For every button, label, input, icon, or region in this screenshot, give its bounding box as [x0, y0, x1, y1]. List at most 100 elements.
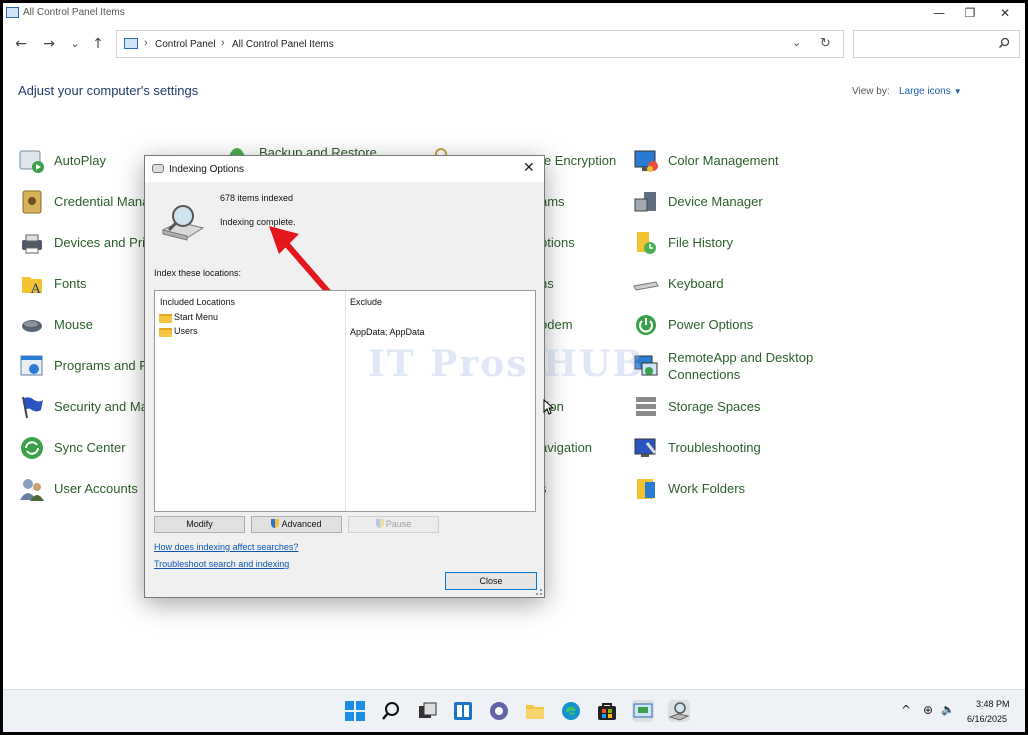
- power-icon: [636, 315, 656, 335]
- indexing-options-icon[interactable]: [668, 700, 690, 722]
- control-panel-icon[interactable]: [632, 700, 654, 722]
- indexing-options-icon: [152, 164, 164, 173]
- magnifier-drive-icon: [161, 205, 205, 241]
- search-icon[interactable]: [380, 700, 402, 722]
- network-icon[interactable]: ⊕: [923, 703, 933, 717]
- search-input[interactable]: [853, 30, 1020, 58]
- item-label-taskbar-and-navigation[interactable]: avigation: [540, 440, 592, 455]
- included-locations-header[interactable]: Included Locations: [160, 297, 235, 307]
- programs-icon: [20, 355, 43, 376]
- store-icon[interactable]: [596, 700, 618, 722]
- tray-chevron-icon[interactable]: ^: [901, 703, 911, 717]
- search-icon[interactable]: [998, 37, 1010, 52]
- item-label: Storage Spaces: [668, 399, 761, 414]
- item-label: Sync Center: [54, 440, 126, 455]
- navigation-bar: ← → ⌄ ↑ › Control Panel › All Control Pa…: [3, 27, 1025, 61]
- title-bar: All Control Panel Items — ❐ ✕: [3, 3, 1025, 23]
- item-label: Programs and F: [54, 358, 148, 373]
- fonts-icon: A: [22, 277, 42, 297]
- shield-icon: [375, 519, 384, 528]
- file-history-icon: [637, 232, 656, 254]
- item-label: Power Options: [668, 317, 754, 332]
- view-by-dropdown[interactable]: Large icons ▼: [899, 86, 962, 97]
- exclude-header[interactable]: Exclude: [350, 297, 382, 307]
- task-view-icon[interactable]: [416, 700, 438, 722]
- breadcrumb-all-items[interactable]: All Control Panel Items: [232, 39, 334, 50]
- window-title: All Control Panel Items: [23, 7, 125, 18]
- page-title: Adjust your computer's settings: [18, 83, 199, 98]
- items-indexed-count: 678 items indexed: [220, 193, 294, 203]
- start-icon[interactable]: [344, 700, 366, 722]
- address-bar[interactable]: › Control Panel › All Control Panel Item…: [116, 30, 844, 58]
- pause-button: Pause: [348, 516, 439, 533]
- item-label: Keyboard: [668, 276, 724, 291]
- clock-time[interactable]: 3:48 PM: [976, 699, 1010, 709]
- advanced-button[interactable]: Advanced: [251, 516, 342, 533]
- screen: All Control Panel Items — ❐ ✕ ← → ⌄ ↑ › …: [3, 3, 1025, 732]
- item-label: Fonts: [54, 276, 87, 291]
- item-remoteapp[interactable]: RemoteApp and Desktop Connections: [633, 350, 833, 387]
- item-label: Color Management: [668, 153, 779, 168]
- item-label: User Accounts: [54, 481, 138, 496]
- indexing-help-link[interactable]: How does indexing affect searches?: [154, 542, 298, 552]
- recent-locations-button[interactable]: ⌄: [65, 35, 85, 55]
- breadcrumb-separator: ›: [221, 37, 225, 49]
- device-manager-icon: [634, 192, 656, 212]
- item-label: Troubleshooting: [668, 440, 761, 455]
- view-by-label: View by:: [852, 86, 890, 97]
- item-label: Security and Ma: [54, 399, 148, 414]
- close-button[interactable]: Close: [445, 572, 537, 590]
- file-explorer-icon[interactable]: [524, 700, 546, 722]
- minimize-button[interactable]: —: [922, 3, 956, 23]
- back-button[interactable]: ←: [11, 35, 31, 55]
- locations-label: Index these locations:: [154, 268, 242, 278]
- item-label: Credential Mana: [54, 194, 150, 209]
- restore-button[interactable]: ❐: [953, 3, 987, 23]
- exclude-value: AppData; AppData: [350, 327, 425, 337]
- svg-text:A: A: [30, 282, 41, 297]
- taskbar: ^ ⊕ 🔈 3:48 PM 6/16/2025: [3, 689, 1025, 732]
- edge-icon[interactable]: [560, 700, 582, 722]
- pause-label: Pause: [385, 519, 412, 529]
- locations-list[interactable]: Included Locations Exclude Start Menu Us…: [154, 290, 536, 512]
- column-divider: [345, 291, 346, 511]
- resize-grip[interactable]: [536, 589, 542, 595]
- address-dropdown-icon[interactable]: ⌄: [792, 36, 801, 49]
- refresh-icon[interactable]: ↻: [820, 36, 831, 51]
- item-label: Devices and Prin: [54, 235, 153, 250]
- close-window-button[interactable]: ✕: [988, 3, 1022, 23]
- dialog-title: Indexing Options: [169, 164, 245, 175]
- troubleshoot-link[interactable]: Troubleshoot search and indexing: [154, 559, 289, 569]
- flag-icon: [22, 396, 43, 419]
- location-name: Start Menu: [174, 312, 219, 322]
- caret-down-icon: ▼: [953, 87, 962, 96]
- folder-icon: [159, 314, 172, 323]
- up-button[interactable]: ↑: [88, 35, 108, 55]
- advanced-label: Advanced: [281, 519, 322, 529]
- dialog-close-icon[interactable]: ✕: [523, 160, 535, 176]
- control-panel-icon: [6, 7, 19, 18]
- item-label-file-explorer-options[interactable]: ptions: [540, 235, 575, 250]
- item-label: Work Folders: [668, 481, 746, 496]
- color-management-icon: [634, 150, 658, 172]
- breadcrumb-control-panel[interactable]: Control Panel: [155, 39, 216, 50]
- modify-button[interactable]: Modify: [154, 516, 245, 533]
- folder-icon: [159, 328, 172, 337]
- work-folders-icon: [637, 479, 655, 499]
- troubleshooting-icon: [634, 438, 657, 457]
- view-by-value: Large icons: [899, 86, 951, 97]
- widgets-icon[interactable]: [452, 700, 474, 722]
- forward-button[interactable]: →: [39, 35, 59, 55]
- sync-icon: [21, 437, 43, 459]
- watermark: IT Pros HUB: [368, 343, 645, 385]
- mouse-icon: [22, 320, 42, 332]
- printer-icon: [22, 234, 42, 254]
- volume-icon[interactable]: 🔈: [941, 703, 955, 716]
- teams-chat-icon[interactable]: [488, 700, 510, 722]
- mouse-cursor-icon: [543, 399, 555, 415]
- dialog-title-bar[interactable]: Indexing Options ✕: [145, 156, 544, 182]
- shield-icon: [271, 519, 280, 528]
- clock-date[interactable]: 6/16/2025: [967, 714, 1007, 724]
- user-accounts-icon: [20, 479, 44, 501]
- item-label: File History: [668, 235, 734, 250]
